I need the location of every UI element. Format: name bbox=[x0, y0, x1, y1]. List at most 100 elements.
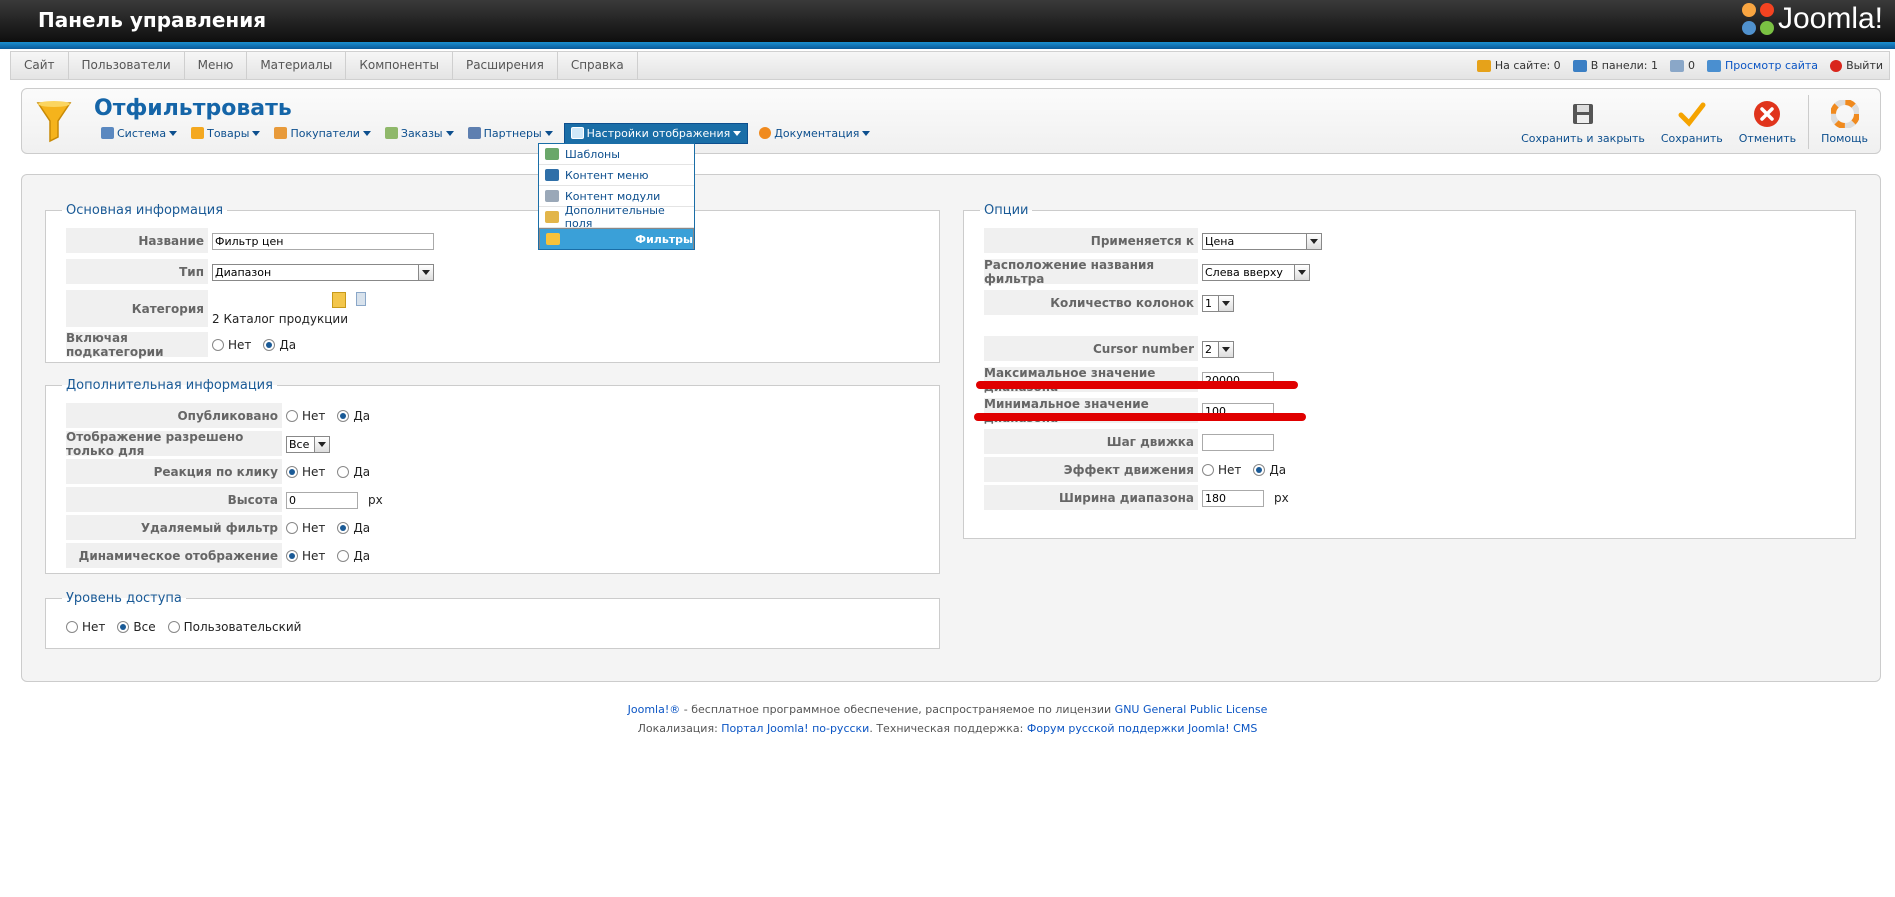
display-only-select[interactable]: Все bbox=[286, 435, 330, 453]
help-button[interactable]: Помощь bbox=[1813, 95, 1876, 145]
subcategories-label: Включая подкатегории bbox=[66, 331, 208, 359]
columns-select[interactable]: 1 bbox=[1202, 294, 1234, 312]
logout-icon bbox=[1830, 59, 1843, 72]
subcategories-radio-yes[interactable] bbox=[263, 339, 276, 351]
slider-step-input[interactable] bbox=[1202, 433, 1274, 451]
menu-content[interactable]: Материалы bbox=[247, 52, 347, 79]
users-online-icon bbox=[1476, 59, 1491, 72]
type-select[interactable]: Диапазон bbox=[212, 263, 434, 281]
row-category: Категория 2 Каталог продукции bbox=[66, 290, 366, 328]
applies-to-label: Применяется к bbox=[984, 228, 1198, 254]
customers-icon bbox=[274, 127, 288, 139]
save-button[interactable]: Сохранить bbox=[1653, 95, 1731, 145]
templates-icon bbox=[545, 148, 559, 160]
footer-line-1: Joomla!® - бесплатное программное обеспе… bbox=[627, 703, 1268, 716]
row-type: Тип Диапазон bbox=[66, 259, 434, 285]
row-slider-step: Шаг движка bbox=[984, 429, 1274, 455]
height-unit: px bbox=[368, 493, 383, 507]
click-reaction-radio-yes[interactable] bbox=[337, 466, 350, 478]
motion-effect-label: Эффект движения bbox=[984, 457, 1198, 483]
dropdown-filters[interactable]: Фильтры bbox=[539, 228, 694, 249]
support-forum-link[interactable]: Форум русской поддержки Joomla! CMS bbox=[1027, 722, 1257, 735]
motion-effect-radio-no[interactable] bbox=[1202, 464, 1214, 476]
menu-site[interactable]: Сайт bbox=[11, 52, 69, 79]
menu-extensions[interactable]: Расширения bbox=[453, 52, 558, 79]
menu-users[interactable]: Пользователи bbox=[69, 52, 185, 79]
access-radio-no[interactable] bbox=[66, 621, 78, 633]
click-reaction-radio-no[interactable] bbox=[286, 466, 298, 478]
chevron-down-icon bbox=[1306, 233, 1321, 249]
extra-info-legend: Дополнительная информация bbox=[66, 378, 273, 393]
access-radio-all[interactable] bbox=[117, 621, 130, 633]
dropdown-menu-content[interactable]: Контент меню bbox=[539, 165, 694, 186]
header-accent-bar bbox=[0, 42, 1895, 49]
chevron-down-icon bbox=[252, 130, 261, 136]
applies-to-select[interactable]: Цена bbox=[1202, 232, 1322, 250]
options-fieldset: Опции Применяется к Цена Расположение на… bbox=[963, 203, 1856, 539]
submenu-orders[interactable]: Заказы bbox=[382, 123, 457, 143]
status-messages[interactable]: 0 bbox=[1670, 59, 1695, 72]
submenu-display-settings[interactable]: Настройки отображения bbox=[563, 122, 749, 144]
gpl-license-link[interactable]: GNU General Public License bbox=[1115, 703, 1268, 716]
submenu-documentation[interactable]: Документация bbox=[756, 123, 873, 143]
height-label: Высота bbox=[66, 487, 282, 513]
cursor-number-select[interactable]: 2 bbox=[1202, 340, 1234, 358]
menu-components[interactable]: Компоненты bbox=[346, 52, 453, 79]
range-width-input[interactable] bbox=[1202, 489, 1264, 507]
checkmark-icon bbox=[1678, 100, 1706, 128]
submenu-system[interactable]: Система bbox=[98, 123, 180, 143]
joomla-portal-link[interactable]: Портал Joomla! по-русски bbox=[721, 722, 869, 735]
columns-label: Количество колонок bbox=[984, 290, 1198, 316]
joomla-logo: Joomla! bbox=[1741, 2, 1883, 36]
row-motion-effect: Эффект движения Нет Да bbox=[984, 457, 1294, 483]
chevron-down-icon bbox=[1218, 295, 1233, 311]
red-underline-min bbox=[974, 413, 1306, 421]
save-and-close-button[interactable]: Сохранить и закрыть bbox=[1513, 95, 1653, 145]
joomla-logo-icon bbox=[1741, 3, 1774, 35]
published-radio-yes[interactable] bbox=[337, 410, 350, 422]
subcategories-radio-no[interactable] bbox=[212, 339, 224, 351]
view-site-link[interactable]: Просмотр сайта bbox=[1707, 59, 1818, 72]
removable-radio-yes[interactable] bbox=[337, 522, 350, 534]
lifebuoy-icon bbox=[759, 127, 772, 139]
dropdown-templates[interactable]: Шаблоны bbox=[539, 144, 694, 165]
chevron-down-icon bbox=[733, 130, 742, 136]
access-level-fieldset: Уровень доступа Нет Все Пользовательский bbox=[45, 591, 940, 649]
logout-link[interactable]: Выйти bbox=[1830, 59, 1883, 72]
row-columns: Количество колонок 1 bbox=[984, 290, 1234, 316]
filter-funnel-icon bbox=[36, 101, 72, 143]
cancel-x-icon bbox=[1753, 100, 1781, 128]
row-max-range: Максимальное значение диапазона bbox=[984, 366, 1274, 394]
clear-category-icon[interactable] bbox=[356, 292, 366, 306]
dynamic-radio-yes[interactable] bbox=[337, 550, 350, 562]
motion-effect-radio-yes[interactable] bbox=[1253, 464, 1266, 476]
row-access-level: Нет Все Пользовательский bbox=[62, 614, 309, 640]
title-position-select[interactable]: Слева вверху bbox=[1202, 263, 1310, 281]
edit-category-icon[interactable] bbox=[332, 292, 346, 308]
main-menu-bar: Сайт Пользователи Меню Материалы Компоне… bbox=[10, 51, 1890, 80]
orders-icon bbox=[384, 127, 398, 139]
access-radio-custom[interactable] bbox=[167, 621, 180, 633]
messages-icon bbox=[1670, 59, 1685, 72]
row-published: Опубликовано Нет Да bbox=[66, 403, 378, 429]
cancel-button[interactable]: Отменить bbox=[1731, 95, 1804, 145]
published-radio-no[interactable] bbox=[286, 410, 298, 422]
joomla-logo-text: Joomla! bbox=[1777, 2, 1883, 35]
menu-menus[interactable]: Меню bbox=[185, 52, 248, 79]
dropdown-extra-fields[interactable]: Дополнительные поля bbox=[539, 204, 694, 230]
dynamic-radio-no[interactable] bbox=[286, 550, 298, 562]
row-title-position: Расположение названия фильтра Слева ввер… bbox=[984, 258, 1310, 286]
submenu-customers[interactable]: Покупатели bbox=[271, 123, 373, 143]
submenu-partners[interactable]: Партнеры bbox=[465, 123, 556, 143]
main-content: Основная информация Название Тип Диапазо… bbox=[21, 174, 1881, 682]
name-label: Название bbox=[66, 228, 208, 254]
type-label: Тип bbox=[66, 259, 208, 285]
removable-radio-no[interactable] bbox=[286, 522, 298, 534]
component-submenu: Система Товары Покупатели Заказы Партнер… bbox=[98, 122, 873, 144]
height-input[interactable] bbox=[286, 491, 358, 509]
menu-help[interactable]: Справка bbox=[558, 52, 638, 79]
header-title: Панель управления bbox=[38, 8, 267, 32]
joomla-link[interactable]: Joomla!® bbox=[628, 703, 681, 716]
submenu-products[interactable]: Товары bbox=[188, 123, 263, 143]
name-input[interactable] bbox=[212, 232, 434, 250]
